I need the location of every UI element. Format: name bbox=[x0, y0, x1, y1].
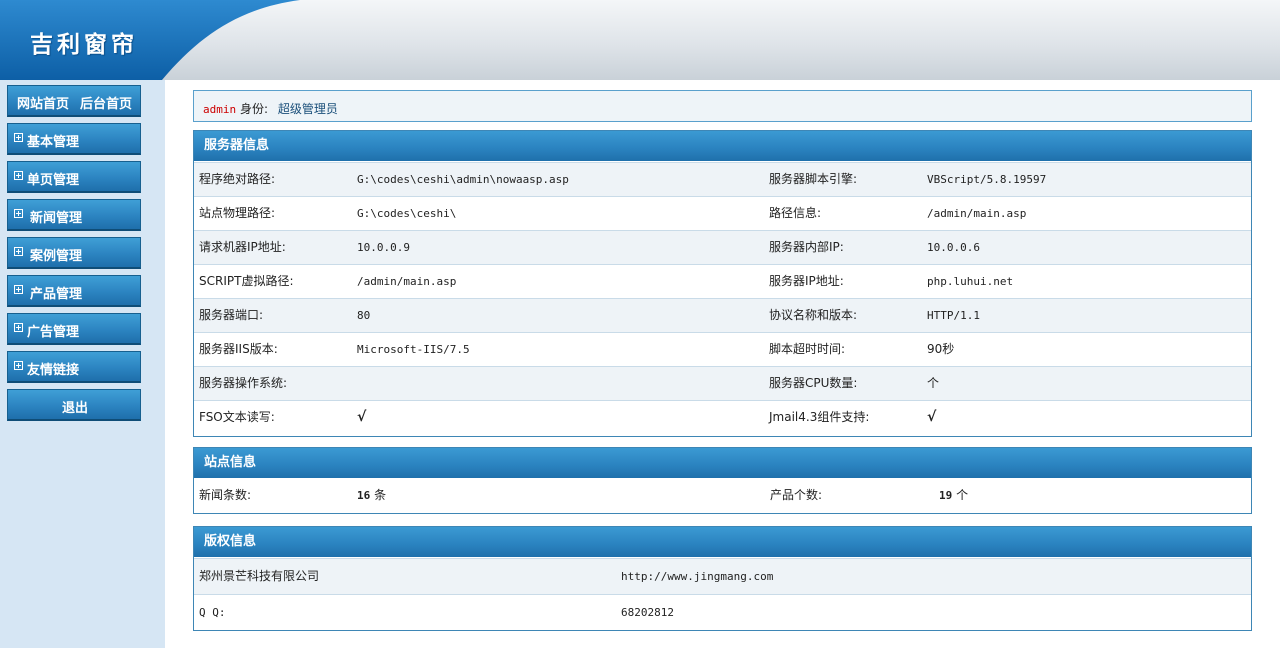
info-label: 服务器CPU数量: bbox=[769, 376, 858, 390]
logout-label: 退出 bbox=[62, 401, 89, 416]
info-label: 服务器端口: bbox=[199, 308, 264, 322]
header: 吉利窗帘 bbox=[0, 0, 1280, 80]
sidebar-item-label: 广告管理 bbox=[27, 325, 80, 340]
table-row: 新闻条数: 16 条 产品个数: 19 个 bbox=[194, 479, 1251, 513]
table-row: FSO文本读写: √ Jmail4.3组件支持: √ bbox=[194, 400, 1251, 434]
role-label: 身份: bbox=[239, 102, 268, 116]
info-value: Microsoft-IIS/7.5 bbox=[357, 343, 470, 356]
info-label: 请求机器IP地址: bbox=[199, 240, 286, 254]
info-value: /admin/main.asp bbox=[927, 207, 1027, 220]
info-value: 90秒 bbox=[927, 342, 955, 356]
news-count: 16 条 bbox=[357, 479, 386, 512]
check-icon: √ bbox=[927, 409, 937, 425]
info-value: 80 bbox=[357, 309, 371, 322]
expand-icon bbox=[14, 285, 23, 294]
info-value: php.luhui.net bbox=[927, 275, 1014, 288]
info-label: 程序绝对路径: bbox=[199, 172, 276, 186]
info-label: 协议名称和版本: bbox=[769, 308, 858, 322]
expand-icon bbox=[14, 247, 23, 256]
table-row: SCRIPT虚拟路径: /admin/main.asp 服务器IP地址: php… bbox=[194, 264, 1251, 298]
table-row: Q Q: 68202812 bbox=[194, 594, 1251, 630]
company-url-link[interactable]: http://www.jingmang.com bbox=[621, 559, 773, 594]
news-count-value: 16 bbox=[357, 489, 371, 502]
info-label: 路径信息: bbox=[769, 206, 822, 220]
sidebar-top-links: 网站首页 后台首页 bbox=[7, 85, 141, 117]
info-label: 新闻条数: bbox=[199, 488, 252, 502]
info-label: 脚本超时时间: bbox=[769, 342, 846, 356]
copyright-panel: 版权信息 郑州景芒科技有限公司 http://www.jingmang.com … bbox=[193, 526, 1252, 631]
info-label: 服务器脚本引擎: bbox=[769, 172, 858, 186]
info-value: 10.0.0.9 bbox=[357, 241, 410, 254]
expand-icon bbox=[14, 133, 23, 142]
sidebar-item-label: 单页管理 bbox=[27, 173, 80, 188]
info-value: /admin/main.asp bbox=[357, 275, 457, 288]
info-label: 服务器IP地址: bbox=[769, 274, 844, 288]
info-label: 站点物理路径: bbox=[199, 206, 276, 220]
info-label: SCRIPT虚拟路径: bbox=[199, 274, 294, 288]
user-info: admin 身份: 超级管理员 bbox=[203, 100, 338, 117]
table-row: 程序绝对路径: G:\codes\ceshi\admin\nowaasp.asp… bbox=[194, 162, 1251, 196]
table-row: 服务器操作系统: 服务器CPU数量: 个 bbox=[194, 366, 1251, 400]
panel-title: 版权信息 bbox=[194, 527, 1251, 557]
info-value: 10.0.0.6 bbox=[927, 241, 980, 254]
sidebar-item-label: 基本管理 bbox=[27, 135, 80, 150]
table-row: 服务器IIS版本: Microsoft-IIS/7.5 脚本超时时间: 90秒 bbox=[194, 332, 1251, 366]
product-count-value: 19 bbox=[939, 489, 953, 502]
expand-icon bbox=[14, 171, 23, 180]
info-label: 服务器操作系统: bbox=[199, 376, 288, 390]
panel-title: 服务器信息 bbox=[194, 131, 1251, 161]
expand-icon bbox=[14, 323, 23, 332]
server-info-panel: 服务器信息 程序绝对路径: G:\codes\ceshi\admin\nowaa… bbox=[193, 130, 1252, 437]
sidebar-item-cases[interactable]: 案例管理 bbox=[7, 237, 141, 269]
expand-icon bbox=[14, 361, 23, 370]
table-row: 请求机器IP地址: 10.0.0.9 服务器内部IP: 10.0.0.6 bbox=[194, 230, 1251, 264]
table-row: 站点物理路径: G:\codes\ceshi\ 路径信息: /admin/mai… bbox=[194, 196, 1251, 230]
sidebar-item-single-page[interactable]: 单页管理 bbox=[7, 161, 141, 193]
info-value: VBScript/5.8.19597 bbox=[927, 173, 1047, 186]
site-home-link[interactable]: 网站首页 bbox=[17, 93, 69, 112]
user-role: 超级管理员 bbox=[277, 102, 338, 116]
admin-home-link[interactable]: 后台首页 bbox=[80, 93, 132, 112]
expand-icon bbox=[14, 209, 23, 218]
sidebar-item-products[interactable]: 产品管理 bbox=[7, 275, 141, 307]
panel-title: 站点信息 bbox=[194, 448, 1251, 478]
info-value: HTTP/1.1 bbox=[927, 309, 980, 322]
product-count-unit: 个 bbox=[956, 488, 969, 502]
sidebar-item-label: 新闻管理 bbox=[30, 211, 83, 226]
product-count: 19 个 bbox=[939, 479, 968, 512]
sidebar-item-label: 案例管理 bbox=[30, 249, 83, 264]
table-row: 郑州景芒科技有限公司 http://www.jingmang.com bbox=[194, 558, 1251, 594]
info-value: 个 bbox=[927, 376, 940, 390]
news-count-unit: 条 bbox=[374, 488, 387, 502]
qq-number: 68202812 bbox=[621, 606, 674, 619]
check-icon: √ bbox=[357, 409, 367, 425]
qq-label: Q Q: bbox=[199, 606, 226, 619]
sidebar-item-basic[interactable]: 基本管理 bbox=[7, 123, 141, 155]
table-row: 服务器端口: 80 协议名称和版本: HTTP/1.1 bbox=[194, 298, 1251, 332]
site-logo[interactable]: 吉利窗帘 bbox=[30, 25, 138, 59]
sidebar-item-label: 产品管理 bbox=[30, 287, 83, 302]
info-label: 服务器内部IP: bbox=[769, 240, 844, 254]
sidebar: 网站首页 后台首页 基本管理 单页管理 新闻管理 案例管理 产品管理 广告管理 … bbox=[0, 80, 165, 648]
info-label: 产品个数: bbox=[770, 488, 823, 502]
site-info-panel: 站点信息 新闻条数: 16 条 产品个数: 19 个 bbox=[193, 447, 1252, 514]
info-value: G:\codes\ceshi\admin\nowaasp.asp bbox=[357, 173, 569, 186]
sidebar-item-news[interactable]: 新闻管理 bbox=[7, 199, 141, 231]
info-value: G:\codes\ceshi\ bbox=[357, 207, 457, 220]
sidebar-item-friend-links[interactable]: 友情链接 bbox=[7, 351, 141, 383]
info-label: Jmail4.3组件支持: bbox=[769, 410, 870, 424]
logout-button[interactable]: 退出 bbox=[7, 389, 141, 421]
user-bar: admin 身份: 超级管理员 bbox=[193, 90, 1252, 122]
sidebar-item-label: 友情链接 bbox=[27, 363, 80, 378]
company-name: 郑州景芒科技有限公司 bbox=[199, 569, 320, 583]
username: admin bbox=[203, 103, 237, 116]
info-label: 服务器IIS版本: bbox=[199, 342, 278, 356]
info-label: FSO文本读写: bbox=[199, 410, 275, 424]
sidebar-item-ads[interactable]: 广告管理 bbox=[7, 313, 141, 345]
